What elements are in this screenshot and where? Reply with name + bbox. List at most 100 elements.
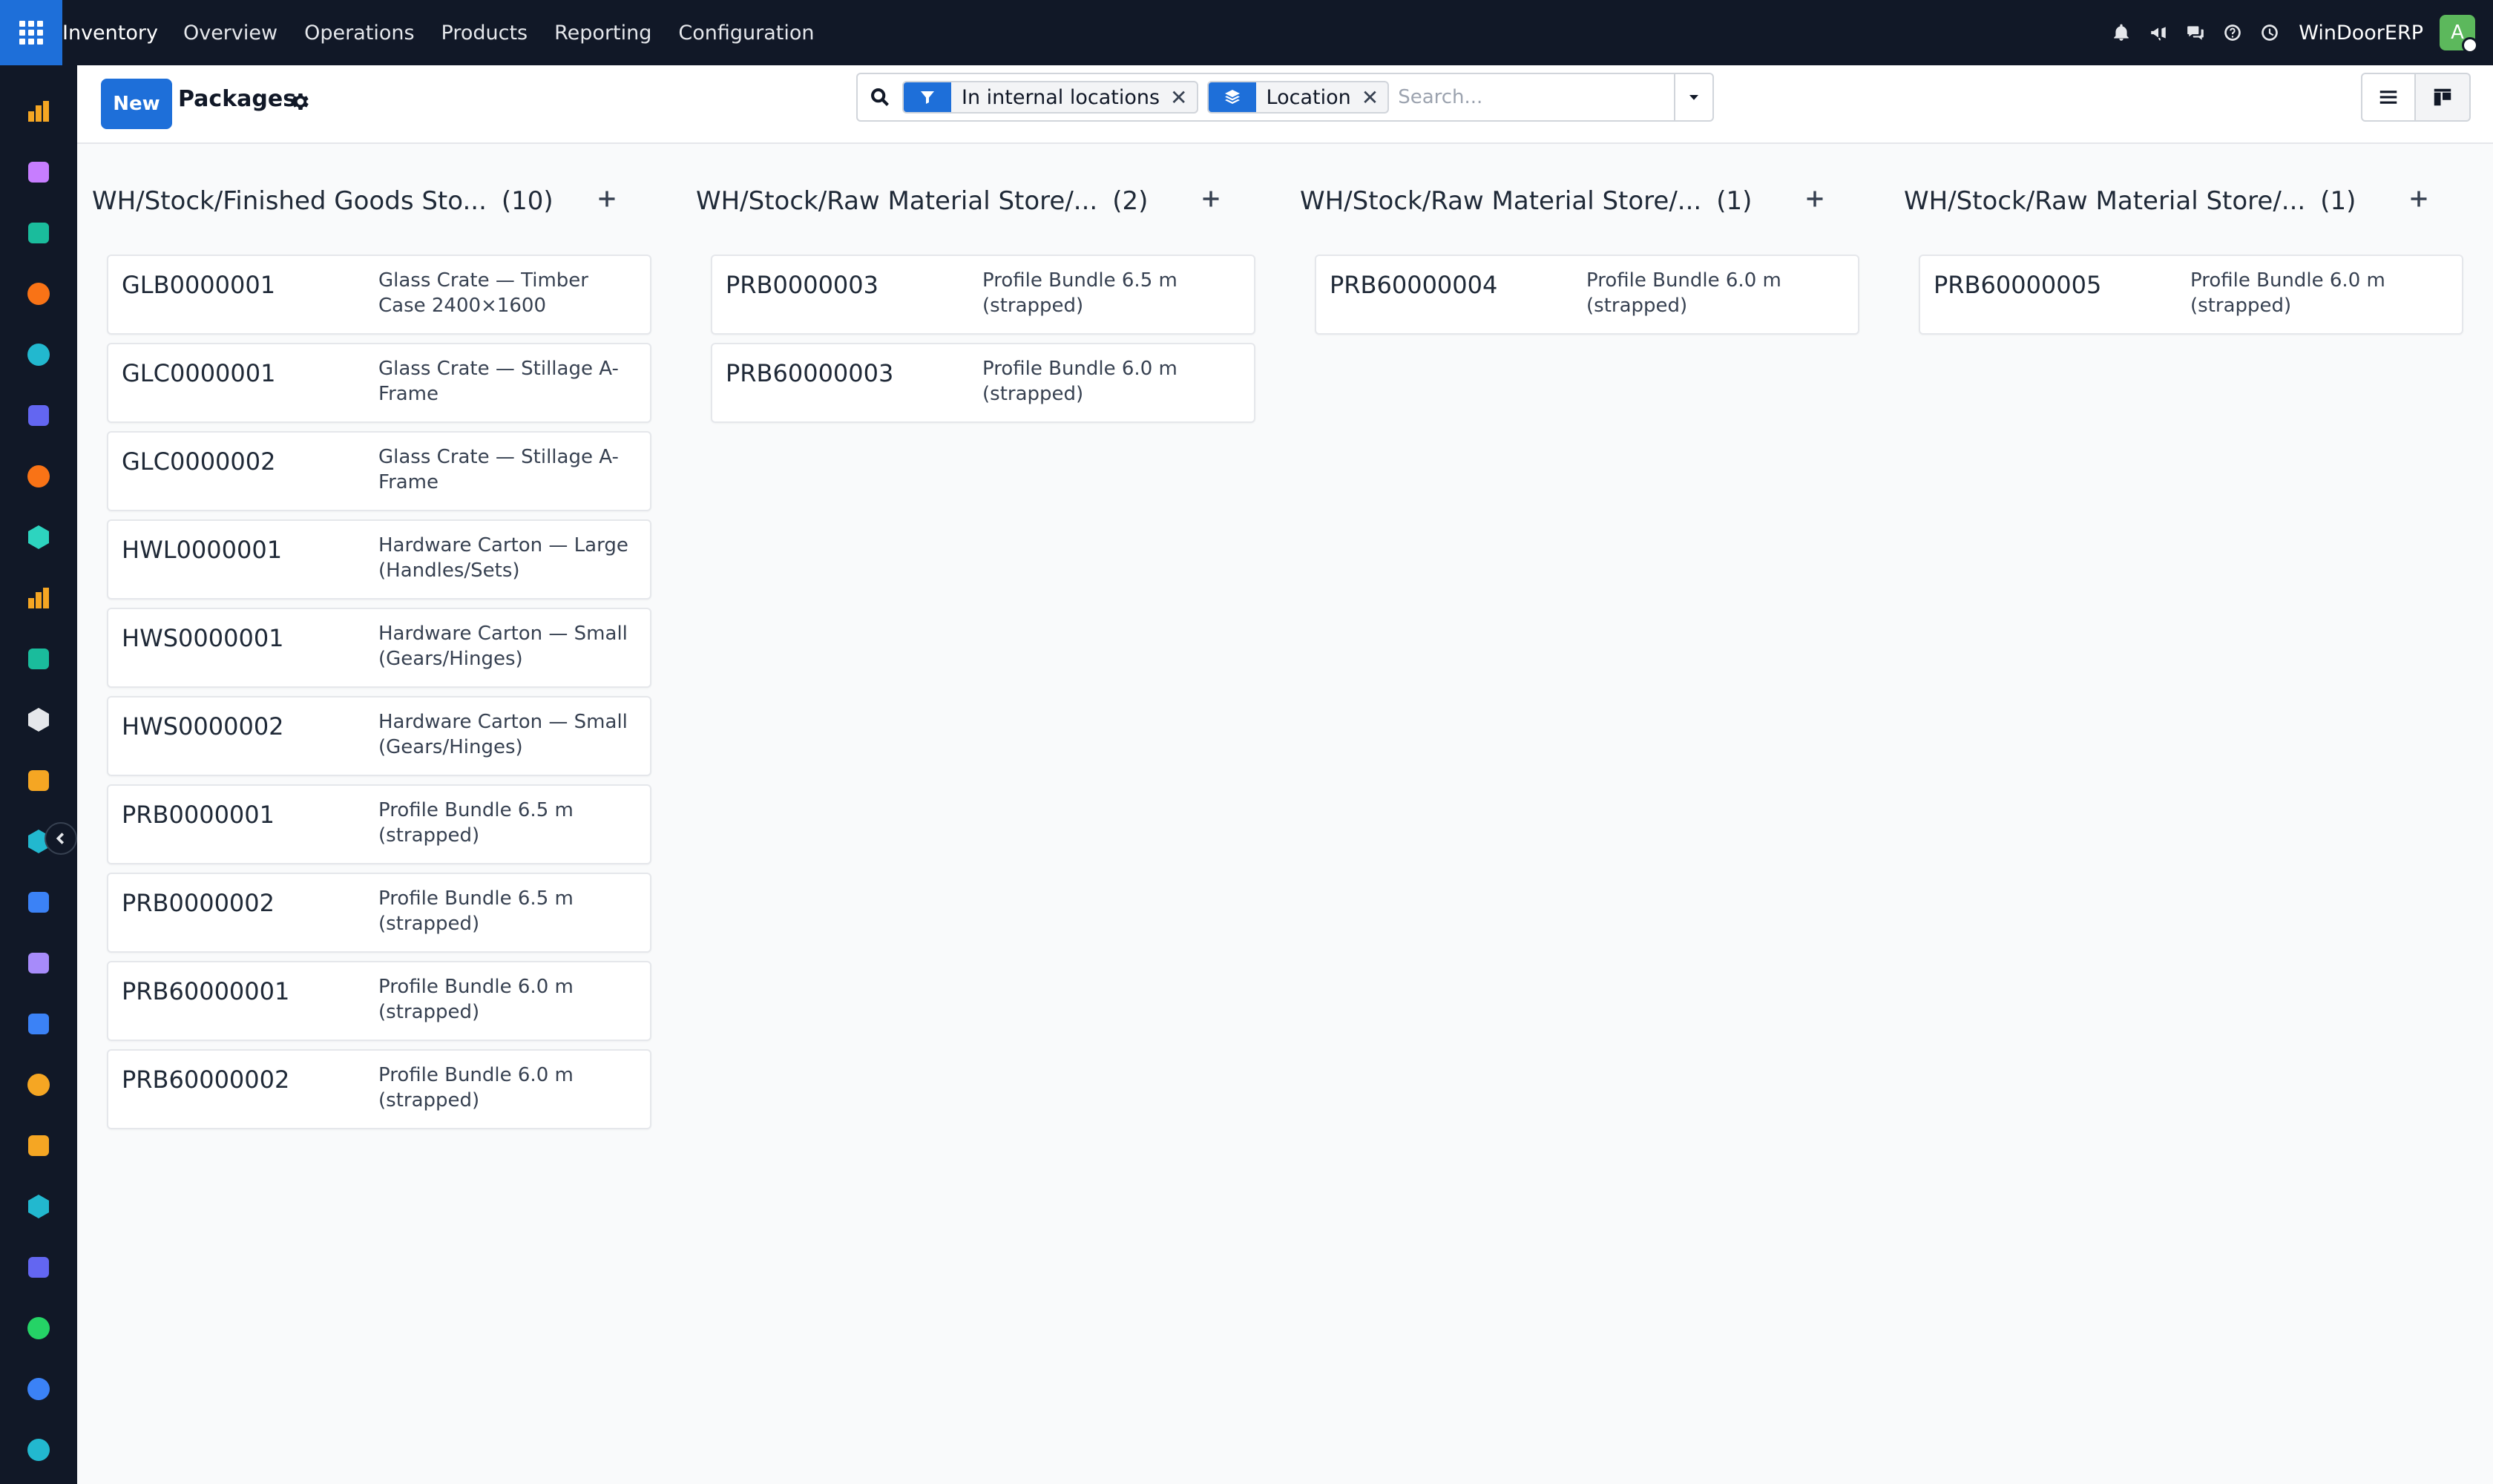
menu-operations[interactable]: Operations — [291, 22, 427, 45]
package-card[interactable]: PRB60000004 Profile Bundle 6.0 m (strapp… — [1315, 255, 1859, 335]
package-type: Glass Crate — Stillage A-Frame — [378, 446, 619, 493]
dashboard-icon[interactable] — [22, 95, 55, 128]
inventory-icon[interactable] — [22, 703, 55, 736]
plus-icon[interactable] — [1804, 188, 1830, 214]
column-title: WH/Stock/Raw Material Store/... — [1300, 186, 1702, 216]
package-type: Hardware Carton — Small (Gears/Hinges) — [378, 623, 628, 670]
company-switcher[interactable]: WinDoorERP — [2299, 22, 2423, 45]
plus-icon[interactable] — [1200, 188, 1226, 214]
package-card[interactable]: PRB60000003 Profile Bundle 6.0 m (strapp… — [711, 343, 1255, 423]
top-navbar: Inventory Overview Operations Products R… — [0, 0, 2493, 65]
sign-icon[interactable] — [22, 1190, 55, 1223]
filter-facet[interactable]: In internal locations ✕ — [902, 81, 1198, 114]
package-card[interactable]: PRB0000003 Profile Bundle 6.5 m (strappe… — [711, 255, 1255, 335]
package-card[interactable]: PRB0000001 Profile Bundle 6.5 m (strappe… — [107, 784, 651, 864]
new-button[interactable]: New — [101, 79, 172, 129]
package-card[interactable]: GLC0000002 Glass Crate — Stillage A-Fram… — [107, 431, 651, 511]
app-sidebar — [0, 65, 77, 1484]
package-card[interactable]: HWS0000002 Hardware Carton — Small (Gear… — [107, 696, 651, 776]
team-icon[interactable] — [22, 1068, 55, 1101]
invoicing-icon[interactable] — [22, 1008, 55, 1040]
crm-icon[interactable] — [22, 521, 55, 554]
package-type: Profile Bundle 6.0 m (strapped) — [1586, 269, 1781, 317]
column-header[interactable]: WH/Stock/Raw Material Store/... (2) — [696, 183, 1226, 220]
menu-products[interactable]: Products — [428, 22, 542, 45]
package-card[interactable]: PRB60000002 Profile Bundle 6.0 m (strapp… — [107, 1049, 651, 1129]
menu-configuration[interactable]: Configuration — [665, 22, 827, 45]
package-card[interactable]: HWS0000001 Hardware Carton — Small (Gear… — [107, 608, 651, 688]
whatsapp-icon[interactable] — [22, 1312, 55, 1345]
knowledge-icon[interactable] — [22, 886, 55, 919]
groupby-facet[interactable]: Location ✕ — [1206, 81, 1390, 114]
search-bar: In internal locations ✕ Location ✕ — [856, 73, 1714, 122]
caret-down-icon — [1689, 95, 1698, 100]
remove-facet-icon[interactable]: ✕ — [1170, 85, 1196, 110]
column-cards: PRB0000003 Profile Bundle 6.5 m (strappe… — [711, 255, 1255, 431]
package-name: GLC0000001 — [122, 359, 276, 387]
spreadsheet-icon[interactable] — [22, 764, 55, 797]
column-header[interactable]: WH/Stock/Raw Material Store/... (1) — [1904, 183, 2434, 220]
employees-icon[interactable] — [22, 643, 55, 675]
purchase-icon[interactable] — [22, 947, 55, 979]
search-options-toggle[interactable] — [1674, 74, 1712, 120]
package-name: PRB60000005 — [1934, 271, 2102, 299]
list-view-button[interactable] — [2361, 73, 2416, 122]
facet-label: Location — [1266, 85, 1351, 109]
package-name: GLB0000001 — [122, 271, 276, 299]
package-name: HWS0000001 — [122, 624, 284, 652]
apps-dashboard-icon[interactable] — [22, 1251, 55, 1284]
package-name: GLC0000002 — [122, 447, 276, 476]
sales-icon[interactable] — [22, 582, 55, 614]
package-type: Glass Crate — Timber Case 2400×1600 — [378, 269, 588, 317]
website-builder-icon[interactable] — [22, 1434, 55, 1466]
package-name: PRB60000001 — [122, 977, 290, 1005]
website-icon[interactable] — [22, 338, 55, 371]
package-card[interactable]: PRB60000005 Profile Bundle 6.0 m (strapp… — [1919, 255, 2463, 335]
package-card[interactable]: PRB60000001 Profile Bundle 6.0 m (strapp… — [107, 961, 651, 1041]
list-icon — [2379, 91, 2397, 104]
column-header[interactable]: WH/Stock/Raw Material Store/... (1) — [1300, 183, 1830, 220]
column-header[interactable]: WH/Stock/Finished Goods Sto... (10) — [92, 183, 622, 220]
gear-icon[interactable] — [289, 91, 312, 113]
megaphone-icon[interactable] — [2141, 15, 2176, 50]
search-icon[interactable] — [858, 74, 902, 120]
package-name: PRB0000001 — [122, 801, 275, 829]
timer-icon[interactable] — [22, 1373, 55, 1405]
menu-reporting[interactable]: Reporting — [541, 22, 665, 45]
clock-icon[interactable] — [2252, 15, 2287, 50]
plus-icon[interactable] — [597, 188, 622, 214]
package-card[interactable]: GLB0000001 Glass Crate — Timber Case 240… — [107, 255, 651, 335]
package-card[interactable]: PRB0000002 Profile Bundle 6.5 m (strappe… — [107, 873, 651, 953]
column-count: (1) — [2320, 186, 2356, 216]
help-icon[interactable] — [2215, 15, 2250, 50]
app-brand[interactable]: Inventory — [62, 22, 170, 45]
column-cards: PRB60000004 Profile Bundle 6.0 m (strapp… — [1315, 255, 1859, 343]
column-cards: GLB0000001 Glass Crate — Timber Case 240… — [107, 255, 651, 1137]
package-card[interactable]: HWL0000001 Hardware Carton — Large (Hand… — [107, 519, 651, 600]
chat-icon[interactable] — [22, 278, 55, 310]
package-card[interactable]: GLC0000001 Glass Crate — Stillage A-Fram… — [107, 343, 651, 423]
plus-icon[interactable] — [2408, 188, 2434, 214]
search-input[interactable] — [1398, 75, 1674, 119]
chat-bubbles-icon[interactable] — [2178, 15, 2213, 50]
package-type: Profile Bundle 6.0 m (strapped) — [378, 1064, 574, 1112]
app-menu-button[interactable] — [0, 0, 62, 65]
menu-overview[interactable]: Overview — [170, 22, 291, 45]
package-name: PRB0000003 — [726, 271, 878, 299]
bell-icon[interactable] — [2103, 15, 2139, 50]
column-count: (1) — [1716, 186, 1753, 216]
column-title: WH/Stock/Finished Goods Sto... — [92, 186, 487, 216]
package-name: HWS0000002 — [122, 712, 284, 741]
user-avatar[interactable]: A — [2440, 15, 2478, 53]
studio-icon[interactable] — [22, 156, 55, 188]
package-type: Hardware Carton — Small (Gears/Hinges) — [378, 711, 628, 758]
collapse-sidebar-button[interactable] — [45, 822, 77, 855]
contacts-icon[interactable] — [22, 217, 55, 249]
package-type: Glass Crate — Stillage A-Frame — [378, 358, 619, 405]
discuss-icon[interactable] — [22, 460, 55, 493]
kanban-icon — [2434, 88, 2451, 106]
calendar-icon[interactable] — [22, 1129, 55, 1162]
mail-icon[interactable] — [22, 399, 55, 432]
remove-facet-icon[interactable]: ✕ — [1362, 85, 1387, 110]
kanban-view-button[interactable] — [2416, 73, 2471, 122]
